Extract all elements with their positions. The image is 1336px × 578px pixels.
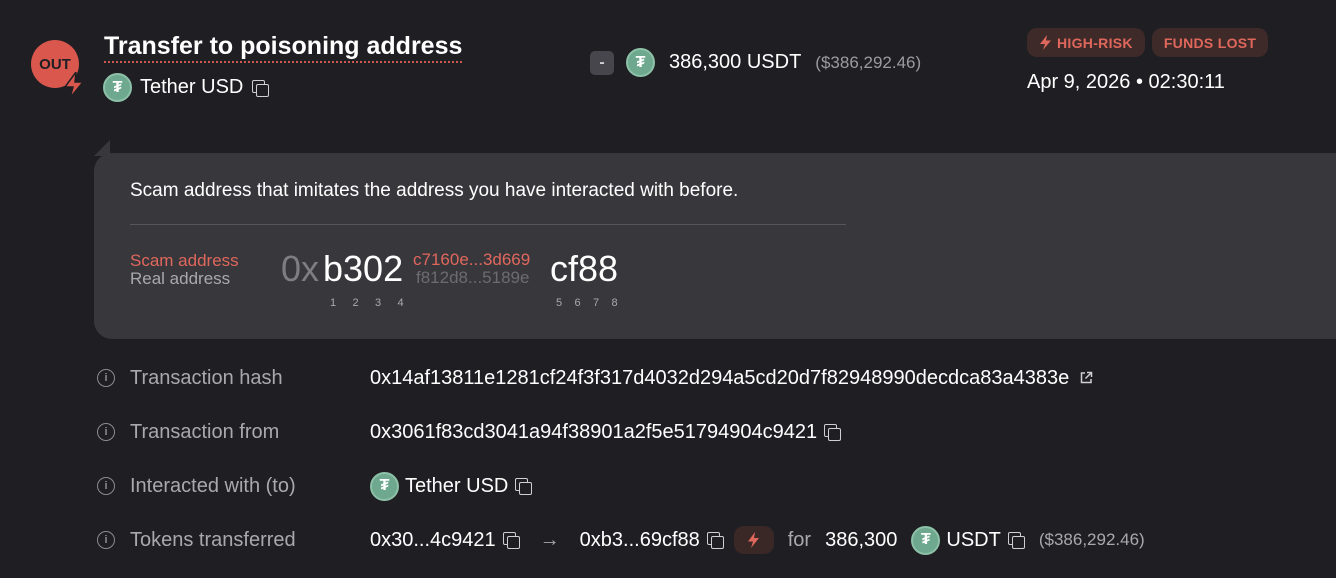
info-icon[interactable]: i xyxy=(97,531,115,549)
copy-icon[interactable] xyxy=(823,423,842,441)
info-icon[interactable]: i xyxy=(97,423,115,441)
position-marker: 5 xyxy=(556,297,563,309)
address-head: b302 xyxy=(323,248,404,289)
position-marker: 2 xyxy=(352,297,359,309)
position-marker: 1 xyxy=(330,297,337,309)
token-info: ₮ Tether USD xyxy=(103,73,270,102)
scam-indicator[interactable] xyxy=(733,526,774,554)
lightning-icon xyxy=(63,72,85,98)
timestamp: Apr 9, 2026 • 02:30:11 xyxy=(1027,71,1225,93)
external-link-icon[interactable] xyxy=(1079,371,1093,385)
funds-lost-label: FUNDS LOST xyxy=(1163,34,1257,51)
tokens-to-address[interactable]: 0xb3...69cf88 xyxy=(580,529,700,552)
detail-row-interacted: i Interacted with (to) ₮ Tether USD xyxy=(97,471,533,501)
warning-message: Scam address that imitates the address y… xyxy=(130,180,739,201)
tether-logo: ₮ xyxy=(911,525,941,555)
info-icon[interactable]: i xyxy=(97,369,115,387)
for-label: for xyxy=(787,528,812,551)
tx-hash-link[interactable]: 0x14af13811e1281cf24f3f317d4032d294a5cd2… xyxy=(370,367,1069,390)
scam-address-middle: c7160e...3d669 xyxy=(413,250,531,269)
tokens-symbol[interactable]: USDT xyxy=(946,529,1000,552)
info-icon[interactable]: i xyxy=(97,477,115,495)
lightning-icon xyxy=(1040,35,1051,50)
copy-icon[interactable] xyxy=(706,531,724,549)
tail-position-markers: 5678 xyxy=(556,297,630,309)
detail-row-tokens: i Tokens transferred 0x30...4c9421 → 0xb… xyxy=(97,525,1145,555)
copy-icon[interactable] xyxy=(514,477,533,495)
head-position-markers: 1 2 3 4 xyxy=(330,297,420,309)
detail-row-tx-from: i Transaction from 0x3061f83cd3041a94f38… xyxy=(97,417,842,447)
tokens-usd: ($386,292.46) xyxy=(1038,530,1145,549)
tether-logo: ₮ xyxy=(626,48,655,77)
tx-from-address[interactable]: 0x3061f83cd3041a94f38901a2f5e51794904c94… xyxy=(370,421,817,444)
page-title: Transfer to poisoning address xyxy=(104,32,463,63)
interacted-contract[interactable]: Tether USD xyxy=(405,475,508,498)
amount-summary: - ₮ 386,300 USDT ($386,292.46) xyxy=(590,48,921,77)
detail-row-tx-hash: i Transaction hash 0x14af13811e1281cf24f… xyxy=(97,363,1093,393)
real-address-label: Real address xyxy=(130,269,231,288)
position-marker: 8 xyxy=(611,297,618,309)
position-marker: 6 xyxy=(574,297,581,309)
detail-value: ₮ Tether USD xyxy=(370,471,533,501)
lightning-icon xyxy=(748,532,760,548)
address-tail: cf88 xyxy=(550,248,619,289)
detail-label: Transaction hash xyxy=(130,366,283,389)
detail-value: 0x30...4c9421 → 0xb3...69cf88 for 386,30… xyxy=(370,525,1145,555)
detail-value: 0x3061f83cd3041a94f38901a2f5e51794904c94… xyxy=(370,421,842,444)
amount-value: 386,300 USDT xyxy=(669,51,802,73)
high-risk-label: HIGH-RISK xyxy=(1057,34,1133,51)
scam-address-label: Scam address xyxy=(130,251,239,270)
position-marker: 3 xyxy=(375,297,382,309)
tether-logo: ₮ xyxy=(370,471,399,501)
divider xyxy=(130,224,846,225)
position-marker: 4 xyxy=(397,297,404,309)
detail-label: Transaction from xyxy=(130,420,280,443)
amount-sign: - xyxy=(590,50,614,75)
risk-badges: HIGH-RISK FUNDS LOST xyxy=(1027,28,1269,57)
tokens-amount: 386,300 xyxy=(825,528,898,551)
position-marker: 7 xyxy=(593,297,600,309)
scam-warning-panel: Scam address that imitates the address y… xyxy=(94,153,1336,339)
copy-icon[interactable] xyxy=(1007,531,1025,549)
address-prefix: 0x xyxy=(281,248,320,289)
detail-value: 0x14af13811e1281cf24f3f317d4032d294a5cd2… xyxy=(370,367,1093,390)
copy-icon[interactable] xyxy=(251,79,270,97)
funds-lost-badge: FUNDS LOST xyxy=(1151,28,1269,57)
detail-label: Tokens transferred xyxy=(130,528,296,551)
token-name[interactable]: Tether USD xyxy=(140,76,243,99)
high-risk-badge: HIGH-RISK xyxy=(1027,28,1145,57)
arrow-right-icon: → xyxy=(539,528,560,551)
detail-label: Interacted with (to) xyxy=(130,474,296,497)
tether-logo: ₮ xyxy=(103,73,132,102)
real-address-middle: f812d8...5189e xyxy=(416,268,530,287)
copy-icon[interactable] xyxy=(502,531,520,549)
amount-usd: ($386,292.46) xyxy=(815,52,922,72)
tokens-from-address[interactable]: 0x30...4c9421 xyxy=(370,529,496,552)
